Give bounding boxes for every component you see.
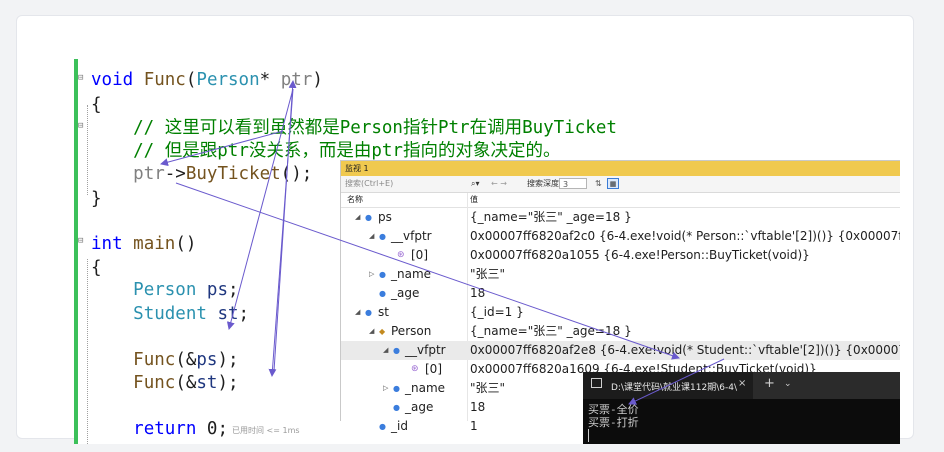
screenshot-image: ⊟ ⊟ ⊟ void Func(Person* ptr) { // 这里可以看到…: [74, 59, 900, 444]
arrow-call-to-student-vtable: [175, 182, 680, 360]
arrow-ptr-to-ptr-call: [160, 130, 284, 167]
annotation-arrows: [160, 80, 725, 405]
arrow-vtable-to-output: [628, 358, 725, 405]
article-card: ⊟ ⊟ ⊟ void Func(Person* ptr) { // 这里可以看到…: [16, 15, 914, 444]
arrow-param-to-ps: [226, 88, 294, 330]
